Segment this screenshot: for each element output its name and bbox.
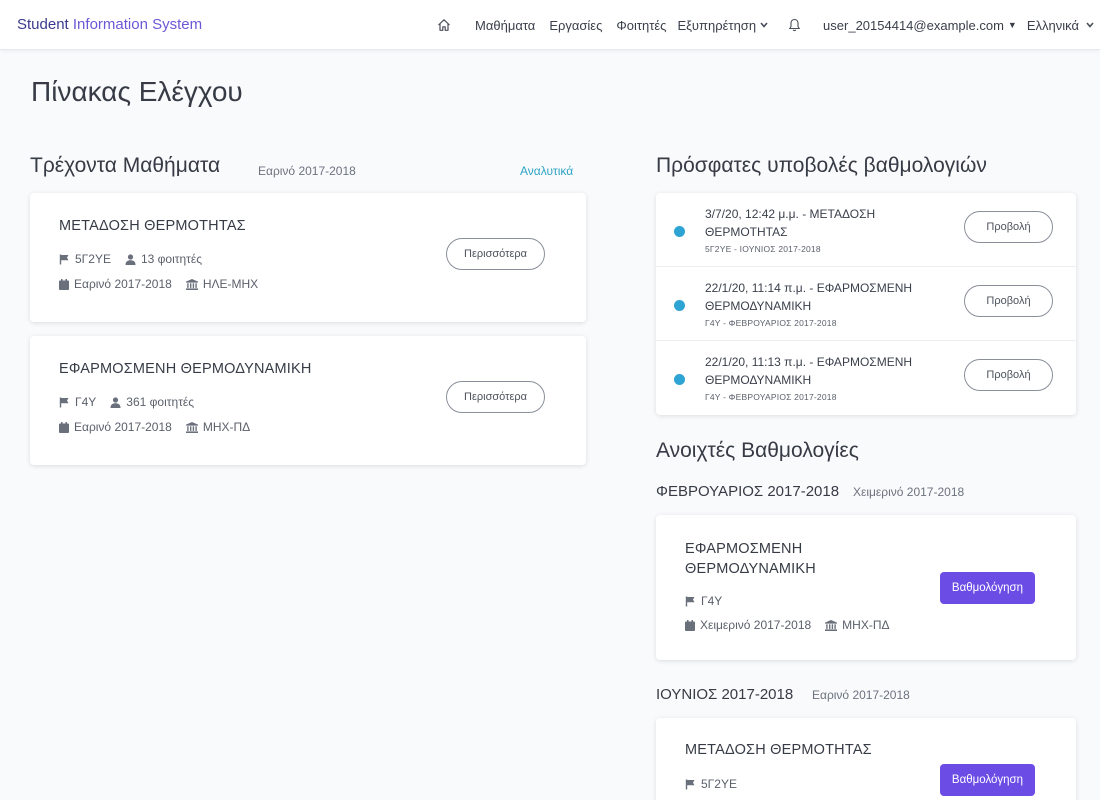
university-icon <box>185 278 198 290</box>
open-grades-title: Ανοιχτές Βαθμολογίες <box>656 439 859 462</box>
brand-logo[interactable]: Student Information System <box>17 16 202 33</box>
course-department: ΜΗΧ-ΠΔ <box>202 420 251 434</box>
details-link[interactable]: Αναλυτικά <box>520 164 573 178</box>
flag-icon <box>685 596 696 607</box>
course-meta-row: 5Γ2ΥΕ <box>685 777 737 791</box>
chevron-down-icon <box>1086 22 1094 28</box>
current-courses-semester: Εαρινό 2017-2018 <box>258 164 356 178</box>
more-button[interactable]: Περισσότερα <box>446 238 545 270</box>
view-button[interactable]: Προβολή <box>964 211 1053 243</box>
notifications-button[interactable] <box>788 18 801 32</box>
course-name-line2: ΘΕΡΜΟΔΥΝΑΜΙΚΗ <box>685 561 816 577</box>
university-icon <box>185 421 198 433</box>
calendar-icon <box>59 421 69 433</box>
submission-row: 22/1/20, 11:14 π.μ. - ΕΦΑΡΜΟΣΜΕΝΗ ΘΕΡΜΟΔ… <box>656 267 1076 341</box>
exam-period-title: ΙΟΥΝΙΟΣ 2017-2018 <box>656 686 794 703</box>
user-icon <box>110 396 121 408</box>
nav-students[interactable]: Φοιτητές <box>616 18 666 33</box>
course-semester: Εαρινό 2017-2018 <box>74 277 172 291</box>
submission-text: 22/1/20, 11:14 π.μ. - ΕΦΑΡΜΟΣΜΕΝΗ ΘΕΡΜΟΔ… <box>705 279 945 315</box>
chevron-down-icon <box>760 22 768 28</box>
brand-part1: Student <box>17 16 69 33</box>
nav-support-label: Εξυπηρέτηση <box>677 17 757 33</box>
top-navbar: Student Information System Μαθήματα Εργα… <box>0 0 1100 50</box>
course-students: 361 φοιτητές <box>126 395 195 409</box>
grade-button[interactable]: Βαθμολόγηση <box>940 572 1035 604</box>
nav-support-dropdown[interactable]: Εξυπηρέτηση <box>677 18 768 33</box>
flag-icon <box>685 779 696 790</box>
submission-line2: ΘΕΡΜΟΤΗΤΑΣ <box>705 225 788 239</box>
submission-line2: ΘΕΡΜΟΔΥΝΑΜΙΚΗ <box>705 299 812 313</box>
submission-row: 3/7/20, 12:42 μ.μ. - ΜΕΤΑΔΟΣΗ ΘΕΡΜΟΤΗΤΑΣ… <box>656 193 1076 267</box>
submission-line1: 3/7/20, 12:42 μ.μ. - ΜΕΤΑΔΟΣΗ <box>705 207 876 221</box>
course-department: ΗΛΕ-ΜΗΧ <box>202 277 259 291</box>
current-courses-title: Τρέχοντα Μαθήματα <box>30 154 221 177</box>
home-link[interactable] <box>437 18 451 32</box>
exam-period-title: ΦΕΒΡΟΥΑΡΙΟΣ 2017-2018 <box>656 483 840 500</box>
grade-button[interactable]: Βαθμολόγηση <box>940 764 1035 796</box>
recent-submissions-list: 3/7/20, 12:42 μ.μ. - ΜΕΤΑΔΟΣΗ ΘΕΡΜΟΤΗΤΑΣ… <box>656 193 1076 415</box>
course-name: ΕΦΑΡΜΟΣΜΕΝΗ ΘΕΡΜΟΔΥΝΑΜΙΚΗ <box>685 539 816 579</box>
submission-line2: ΘΕΡΜΟΔΥΝΑΜΙΚΗ <box>705 373 812 387</box>
course-name: ΜΕΤΑΔΟΣΗ ΘΕΡΜΟΤΗΤΑΣ <box>685 742 872 758</box>
brand-part2: Information System <box>72 16 203 33</box>
course-meta-row: Χειμερινό 2017-2018 ΜΗΧ-ΠΔ <box>685 618 890 632</box>
course-meta-row: Εαρινό 2017-2018 ΜΗΧ-ΠΔ <box>59 420 250 434</box>
user-icon <box>125 253 136 265</box>
user-email: user_20154414@example.com <box>823 17 1004 33</box>
user-menu-dropdown[interactable]: user_20154414@example.com ▼ <box>823 18 1017 33</box>
nav-menu: Μαθήματα Εργασίες Φοιτητές Εξυπηρέτηση u… <box>423 0 1094 50</box>
grading-course-card: ΜΕΤΑΔΟΣΗ ΘΕΡΜΟΤΗΤΑΣ 5Γ2ΥΕ Βαθμολόγηση <box>656 718 1076 800</box>
status-dot <box>674 374 685 385</box>
university-icon <box>825 619 838 631</box>
course-name: ΜΕΤΑΔΟΣΗ ΘΕΡΜΟΤΗΤΑΣ <box>59 218 246 234</box>
submission-text: 3/7/20, 12:42 μ.μ. - ΜΕΤΑΔΟΣΗ ΘΕΡΜΟΤΗΤΑΣ <box>705 205 945 241</box>
bell-icon <box>788 18 801 32</box>
submission-line1: 22/1/20, 11:14 π.μ. - ΕΦΑΡΜΟΣΜΕΝΗ <box>705 281 913 295</box>
course-meta-row: Γ4Υ <box>685 594 722 608</box>
course-code: 5Γ2ΥΕ <box>701 777 737 791</box>
language-dropdown[interactable]: Ελληνικά <box>1027 18 1094 33</box>
flag-icon <box>59 254 70 265</box>
course-semester: Εαρινό 2017-2018 <box>74 420 172 434</box>
course-semester: Χειμερινό 2017-2018 <box>700 618 812 632</box>
language-label: Ελληνικά <box>1026 17 1079 33</box>
course-name: ΕΦΑΡΜΟΣΜΕΝΗ ΘΕΡΜΟΔΥΝΑΜΙΚΗ <box>59 361 312 377</box>
submission-line1: 22/1/20, 11:13 π.μ. - ΕΦΑΡΜΟΣΜΕΝΗ <box>705 355 913 369</box>
flag-icon <box>59 397 70 408</box>
calendar-icon <box>685 619 695 631</box>
submission-text: 22/1/20, 11:13 π.μ. - ΕΦΑΡΜΟΣΜΕΝΗ ΘΕΡΜΟΔ… <box>705 353 945 389</box>
submission-meta: Γ4Υ - ΦΕΒΡΟΥΑΡΙΟΣ 2017-2018 <box>705 318 837 328</box>
course-students: 13 φοιτητές <box>140 252 203 266</box>
course-code: Γ4Υ <box>701 594 723 608</box>
exam-period-semester: Εαρινό 2017-2018 <box>812 688 910 702</box>
submission-meta: 5Γ2ΥΕ - ΙΟΥΝΙΟΣ 2017-2018 <box>705 244 821 254</box>
status-dot <box>674 226 685 237</box>
course-card: ΕΦΑΡΜΟΣΜΕΝΗ ΘΕΡΜΟΔΥΝΑΜΙΚΗ Γ4Υ 361 φοιτητ… <box>30 336 586 465</box>
course-code: 5Γ2ΥΕ <box>75 252 111 266</box>
submission-meta: Γ4Υ - ΦΕΒΡΟΥΑΡΙΟΣ 2017-2018 <box>705 392 837 402</box>
nav-assignments[interactable]: Εργασίες <box>549 18 602 33</box>
course-card: ΜΕΤΑΔΟΣΗ ΘΕΡΜΟΤΗΤΑΣ 5Γ2ΥΕ 13 φοιτητές Εα… <box>30 193 586 322</box>
course-meta-row: Εαρινό 2017-2018 ΗΛΕ-ΜΗΧ <box>59 277 258 291</box>
caret-down-icon: ▼ <box>1007 20 1017 30</box>
course-meta-row: 5Γ2ΥΕ 13 φοιτητές <box>59 252 202 266</box>
exam-period-semester: Χειμερινό 2017-2018 <box>853 485 965 499</box>
page-title: Πίνακας Ελέγχου <box>31 76 243 107</box>
view-button[interactable]: Προβολή <box>964 285 1053 317</box>
course-meta-row: Γ4Υ 361 φοιτητές <box>59 395 194 409</box>
home-icon <box>437 18 451 32</box>
course-department: ΜΗΧ-ΠΔ <box>842 618 890 632</box>
calendar-icon <box>59 278 69 290</box>
status-dot <box>674 300 685 311</box>
more-button[interactable]: Περισσότερα <box>446 381 545 413</box>
view-button[interactable]: Προβολή <box>964 359 1053 391</box>
submission-row: 22/1/20, 11:13 π.μ. - ΕΦΑΡΜΟΣΜΕΝΗ ΘΕΡΜΟΔ… <box>656 341 1076 415</box>
grading-course-card: ΕΦΑΡΜΟΣΜΕΝΗ ΘΕΡΜΟΔΥΝΑΜΙΚΗ Γ4Υ Χειμερινό … <box>656 515 1076 660</box>
course-code: Γ4Υ <box>75 395 97 409</box>
recent-submissions-title: Πρόσφατες υποβολές βαθμολογιών <box>656 154 987 177</box>
nav-courses[interactable]: Μαθήματα <box>475 18 535 33</box>
course-name-line1: ΕΦΑΡΜΟΣΜΕΝΗ <box>685 541 803 557</box>
